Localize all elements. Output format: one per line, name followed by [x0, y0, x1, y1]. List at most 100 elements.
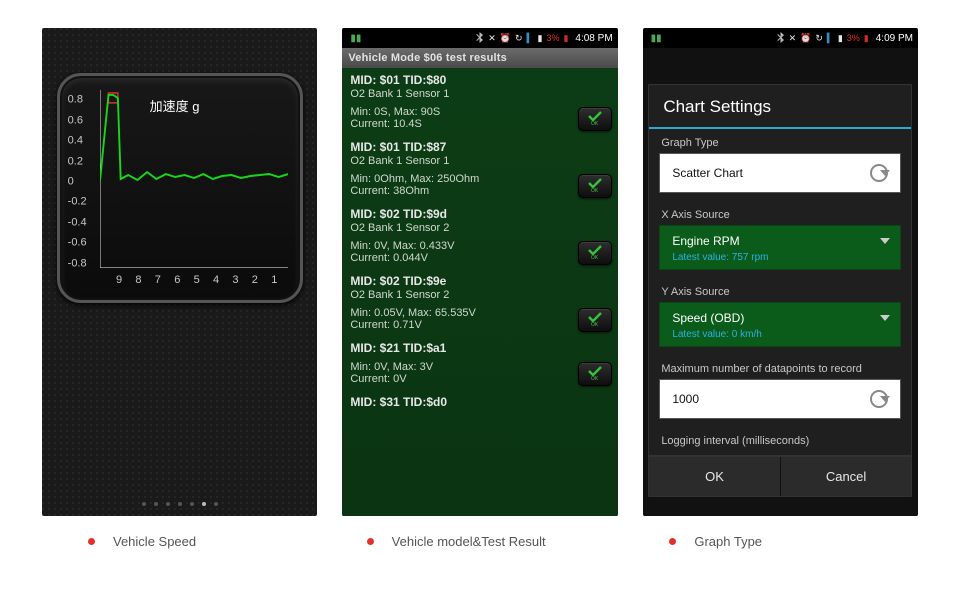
chart-settings-screen: ▮▮ ✕ ⏰ ↻ ▍ ▮ 3% ▮ 4:09 PM Chart Settings… [643, 28, 918, 516]
x-axis-select[interactable]: Engine RPM Latest value: 757 rpm [659, 225, 901, 270]
battery-pct: 3% [847, 33, 860, 43]
bullet-icon [88, 538, 95, 545]
y-tick: 0 [68, 177, 74, 188]
x-axis-latest: Latest value: 757 rpm [672, 252, 888, 263]
max-datapoints-value: 1000 [672, 392, 699, 406]
y-axis-value: Speed (OBD) [672, 311, 744, 325]
x-tick: 8 [135, 274, 141, 286]
graph-type-value: Scatter Chart [672, 166, 743, 180]
test-item[interactable]: MID: $01 TID:$87O2 Bank 1 Sensor 1 Min: 0… [342, 135, 617, 202]
bullet-icon [367, 538, 374, 545]
test-current: Current: 10.4S [350, 118, 609, 130]
alarm-icon: ⏰ [500, 33, 511, 44]
interval-label: Logging interval (milliseconds) [649, 427, 911, 456]
chevron-down-icon [880, 238, 890, 244]
cancel-button[interactable]: Cancel [781, 457, 912, 496]
chart-plot [100, 90, 288, 268]
x-tick: 1 [271, 274, 277, 286]
chevron-down-icon [880, 170, 890, 176]
status-bar: ▮▮ ✕ ⏰ ↻ ▍ ▮ 3% ▮ 4:08 PM [342, 28, 617, 48]
test-minmax: Min: 0V, Max: 0.433V [350, 240, 609, 252]
x-tick: 3 [232, 274, 238, 286]
x-tick: 7 [155, 274, 161, 286]
ok-badge: OK [578, 362, 612, 386]
pager-dot[interactable] [142, 502, 146, 506]
caption-2: Vehicle model&Test Result [392, 534, 546, 549]
test-mid: MID: $02 TID:$9e [350, 274, 609, 288]
alarm-icon: ⏰ [800, 33, 811, 44]
dialog-title: Chart Settings [649, 85, 911, 129]
battery-icon: ▮ [864, 33, 869, 44]
y-tick: -0.6 [68, 238, 87, 249]
pager-dot[interactable] [202, 502, 206, 506]
y-tick: 0.4 [68, 136, 83, 147]
y-axis-label: Y Axis Source [649, 278, 911, 302]
y-tick: -0.4 [68, 217, 87, 228]
pager-dot[interactable] [214, 502, 218, 506]
test-subtitle: O2 Bank 1 Sensor 1 [350, 155, 609, 167]
test-results-screen: ▮▮ ✕ ⏰ ↻ ▍ ▮ 3% ▮ 4:08 PM Vehicle Mode $… [342, 28, 617, 516]
graph-type-select[interactable]: Scatter Chart [659, 153, 901, 193]
max-datapoints-input[interactable]: 1000 [659, 379, 901, 419]
status-bar: ▮▮ ✕ ⏰ ↻ ▍ ▮ 3% ▮ 4:09 PM [643, 28, 918, 48]
test-mid: MID: $21 TID:$a1 [350, 341, 609, 355]
x-axis-value: Engine RPM [672, 234, 739, 248]
y-tick: -0.8 [68, 258, 87, 269]
test-subtitle: O2 Bank 1 Sensor 1 [350, 88, 609, 100]
caption-3: Graph Type [694, 534, 762, 549]
bluetooth-icon [777, 32, 785, 45]
test-item[interactable]: MID: $21 TID:$a1Min: 0V, Max: 3VCurrent:… [342, 336, 617, 390]
test-item[interactable]: MID: $02 TID:$9dO2 Bank 1 Sensor 2Min: 0… [342, 202, 617, 269]
y-axis-latest: Latest value: 0 km/h [672, 329, 888, 340]
mute-icon: ✕ [488, 33, 496, 44]
y-tick: 0.6 [68, 115, 83, 126]
test-current: Current: 38Ohm [350, 185, 609, 197]
ok-badge: OK [578, 174, 612, 198]
obd-icon: ▮▮ [648, 33, 662, 44]
test-minmax: Min: 0.05V, Max: 65.535V [350, 307, 609, 319]
battery-pct: 3% [546, 33, 559, 43]
test-item[interactable]: MID: $01 TID:$80O2 Bank 1 Sensor 1 Min: 0… [342, 68, 617, 135]
ok-button[interactable]: OK [649, 457, 781, 496]
caption-1: Vehicle Speed [113, 534, 196, 549]
pager-dots [42, 502, 317, 506]
y-tick: -0.2 [68, 197, 87, 208]
pager-dot[interactable] [154, 502, 158, 506]
sim-icon: ▍ [527, 33, 534, 44]
signal-icon: ▮ [537, 33, 542, 44]
x-tick: 5 [194, 274, 200, 286]
test-subtitle: O2 Bank 1 Sensor 2 [350, 289, 609, 301]
test-current: Current: 0.044V [350, 252, 609, 264]
y-axis-select[interactable]: Speed (OBD) Latest value: 0 km/h [659, 302, 901, 347]
ok-badge: OK [578, 308, 612, 332]
clock: 4:08 PM [575, 33, 612, 44]
test-minmax: Min: 0Ohm, Max: 250Ohm [350, 173, 609, 185]
screen-title: Vehicle Mode $06 test results [342, 48, 617, 68]
test-mid: MID: $31 TID:$d0 [350, 395, 609, 409]
pager-dot[interactable] [166, 502, 170, 506]
chevron-down-icon [880, 315, 890, 321]
pager-dot[interactable] [178, 502, 182, 506]
max-datapoints-label: Maximum number of datapoints to record [649, 355, 911, 379]
test-item[interactable]: MID: $31 TID:$d0 [342, 390, 617, 414]
sync-icon: ↻ [515, 33, 523, 44]
x-axis-label: X Axis Source [649, 201, 911, 225]
battery-icon: ▮ [563, 33, 568, 44]
sim-icon: ▍ [827, 33, 834, 44]
bluetooth-icon [476, 32, 484, 45]
mute-icon: ✕ [789, 33, 797, 44]
y-tick: 0.8 [68, 95, 83, 106]
pager-dot[interactable] [190, 502, 194, 506]
acceleration-gauge: 加速度 g [57, 73, 303, 303]
obd-icon: ▮▮ [347, 33, 361, 44]
bullet-icon [669, 538, 676, 545]
x-tick: 2 [252, 274, 258, 286]
test-item[interactable]: MID: $02 TID:$9eO2 Bank 1 Sensor 2 Min: 0… [342, 269, 617, 336]
test-mid: MID: $01 TID:$87 [350, 140, 609, 154]
chevron-down-icon [880, 396, 890, 402]
test-mid: MID: $01 TID:$80 [350, 73, 609, 87]
vehicle-speed-screen: 加速度 g [42, 28, 317, 516]
graph-type-label: Graph Type [649, 129, 911, 153]
test-minmax: Min: 0S, Max: 90S [350, 106, 609, 118]
ok-badge: OK [578, 241, 612, 265]
